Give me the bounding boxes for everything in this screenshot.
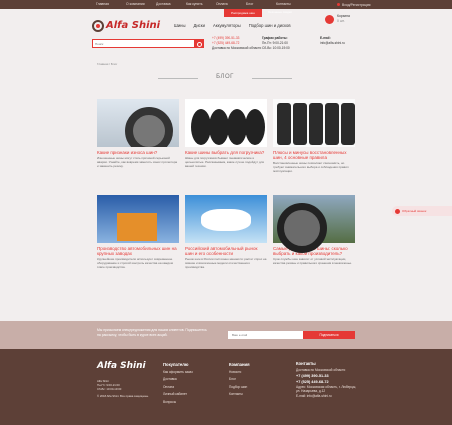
category-item[interactable]: Подбор шин и дисков xyxy=(249,23,291,28)
top-nav: Главная О компании Доставка Как купить О… xyxy=(96,2,306,6)
footer-col-buyers: Покупателю Как оформить заказ Доставка О… xyxy=(163,361,193,406)
footer-link[interactable]: Как оформить заказ xyxy=(163,369,193,377)
header: Alfa Shini Распродажа шин Сезонные скидк… xyxy=(90,9,362,53)
blog-excerpt: Шины для погрузчиков бывают пневматическ… xyxy=(185,156,265,168)
promo-tab[interactable]: Распродажа шин xyxy=(224,9,262,17)
top-nav-item[interactable]: Блог xyxy=(246,2,276,6)
blog-card[interactable]: Производство автомобильных шин на крупны… xyxy=(97,195,179,269)
footer-link[interactable]: Личный кабинет xyxy=(163,391,193,399)
blog-image[interactable] xyxy=(185,195,267,243)
category-item[interactable]: Шины xyxy=(174,23,186,28)
promo-tab-secondary[interactable]: Сезонные скидки xyxy=(268,10,292,14)
blog-image[interactable] xyxy=(97,195,179,243)
category-item[interactable]: Диски xyxy=(194,23,205,28)
email-link[interactable]: info@alfa-shini.ru xyxy=(320,41,345,46)
blog-title[interactable]: Какие признаки износа шин? xyxy=(97,150,179,155)
blog-card[interactable]: Плюсы и минусы восстановленных шин, 4 ос… xyxy=(273,99,355,173)
cart-widget[interactable]: Корзина 0 шт. xyxy=(325,13,355,29)
footer-col-company: Компания Новости Блог Подбор шин Контакт… xyxy=(229,361,250,399)
schedule-heading: График работы: xyxy=(262,36,288,40)
blog-title[interactable]: Российский автомобильный рынок шин и его… xyxy=(185,246,267,256)
blog-card[interactable]: Самые долговечные шины: сколько выбрать … xyxy=(273,195,355,266)
footer-info: Alfa Shini Пн-Пт: 9:00-21:00 Сб-Вс: 10:0… xyxy=(97,379,152,398)
cart-icon xyxy=(325,15,334,24)
blog-excerpt: Восстановленные шины позволяют сэкономит… xyxy=(273,161,349,173)
footer-col-contacts: Контакты Доставка по Московской области … xyxy=(296,361,361,399)
search-input[interactable] xyxy=(93,40,193,47)
blog-image[interactable] xyxy=(273,195,355,253)
breadcrumb[interactable]: Главная / Блог xyxy=(97,62,117,66)
subscribe-text: Мы присылаем спецпредложения для наших к… xyxy=(97,328,207,337)
blog-title[interactable]: Производство автомобильных шин на крупны… xyxy=(97,246,179,256)
callback-tab[interactable]: Обратный звонок xyxy=(392,206,452,216)
footer: Alfa Shini Alfa Shini Пн-Пт: 9:00-21:00 … xyxy=(0,349,452,425)
page-title: БЛОГ xyxy=(150,74,300,80)
footer-link[interactable]: Оплата xyxy=(163,384,193,392)
top-nav-item[interactable]: Главная xyxy=(96,2,126,6)
blog-card[interactable]: Какие признаки износа шин? Изношенные ши… xyxy=(97,99,179,168)
delivery-region: Доставка по Московской области xyxy=(212,45,262,50)
schedule-line: Пн-Пт: 9:00-21:00 xyxy=(262,40,288,45)
blog-image[interactable] xyxy=(273,99,355,147)
category-item[interactable]: Аккумуляторы xyxy=(213,23,241,28)
blog-title[interactable]: Плюсы и минусы восстановленных шин, 4 ос… xyxy=(273,150,355,160)
blog-card[interactable]: Какие шины выбрать для погрузчика? Шины … xyxy=(185,99,267,168)
cart-label: Корзина xyxy=(337,14,350,18)
category-nav: Шины Диски Аккумуляторы Подбор шин и дис… xyxy=(174,23,291,28)
email-field[interactable] xyxy=(228,331,303,339)
blog-image[interactable] xyxy=(185,99,267,147)
site-logo[interactable]: Alfa Shini xyxy=(92,19,164,35)
top-nav-item[interactable]: Оплата xyxy=(216,2,246,6)
tire-shape xyxy=(325,103,339,145)
footer-logo[interactable]: Alfa Shini xyxy=(97,361,146,371)
tire-shape xyxy=(245,109,265,145)
blog-excerpt: Рынок шин в России постоянно меняется: р… xyxy=(185,257,267,269)
blog-image[interactable] xyxy=(97,99,179,147)
subscribe-button[interactable]: Подписаться xyxy=(303,331,355,339)
blog-excerpt: Изношенные шины могут стать причиной сер… xyxy=(97,156,178,168)
tire-shape xyxy=(293,103,307,145)
email-heading: E-mail: xyxy=(320,36,331,40)
search-bar xyxy=(92,39,204,48)
footer-link[interactable]: Доставка xyxy=(163,376,193,384)
cart-count: 0 шт. xyxy=(337,19,345,23)
blog-excerpt: Срок службы шин зависит от условий экспл… xyxy=(273,257,352,265)
footer-heading: Покупателю xyxy=(163,362,189,367)
footer-email[interactable]: E-mail: info@alfa-shini.ru xyxy=(296,393,361,399)
footer-link[interactable]: Контакты xyxy=(229,391,250,399)
login-link[interactable]: Вход/Регистрация xyxy=(337,3,370,7)
footer-link[interactable]: Вопросы xyxy=(163,399,193,407)
top-nav-item[interactable]: О компании xyxy=(126,2,156,6)
top-nav-item[interactable]: Доставка xyxy=(156,2,186,6)
tire-shape xyxy=(209,109,229,145)
blog-card[interactable]: Российский автомобильный рынок шин и его… xyxy=(185,195,267,269)
phone-icon xyxy=(395,208,400,214)
tire-shape xyxy=(341,103,355,145)
footer-link[interactable]: Новости xyxy=(229,369,250,377)
footer-info-line: Сб-Вс: 10:00-19:00 xyxy=(97,387,122,391)
blog-title[interactable]: Какие шины выбрать для погрузчика? xyxy=(185,150,267,155)
schedule-line: Сб-Вс: 10:00-19:00 xyxy=(262,45,290,50)
tire-shape xyxy=(277,103,291,145)
footer-link[interactable]: Блог xyxy=(229,376,250,384)
subscribe-band: Мы присылаем спецпредложения для наших к… xyxy=(0,321,452,349)
top-bar: Главная О компании Доставка Как купить О… xyxy=(0,0,452,9)
footer-heading: Компания xyxy=(229,362,250,367)
tire-shape xyxy=(191,109,211,145)
top-nav-item[interactable]: Контакты xyxy=(276,2,306,6)
login-label: Вход/Регистрация xyxy=(342,2,371,7)
footer-address: Адрес: Московская область, г. Люберцы, у… xyxy=(296,385,357,393)
user-icon xyxy=(337,3,340,7)
blog-excerpt: Крупнейшие производители используют совр… xyxy=(97,257,173,269)
logo-text: Alfa Shini xyxy=(106,20,161,31)
search-button[interactable] xyxy=(194,40,203,47)
tire-shape xyxy=(309,103,323,145)
copyright: © 2018 Alfa Shini. Все права защищены. xyxy=(97,394,149,398)
callback-label: Обратный звонок xyxy=(402,209,427,213)
wheel-icon xyxy=(92,20,104,32)
footer-link[interactable]: Подбор шин xyxy=(229,384,250,392)
top-nav-item[interactable]: Как купить xyxy=(186,2,216,6)
tire-shape xyxy=(227,109,247,145)
